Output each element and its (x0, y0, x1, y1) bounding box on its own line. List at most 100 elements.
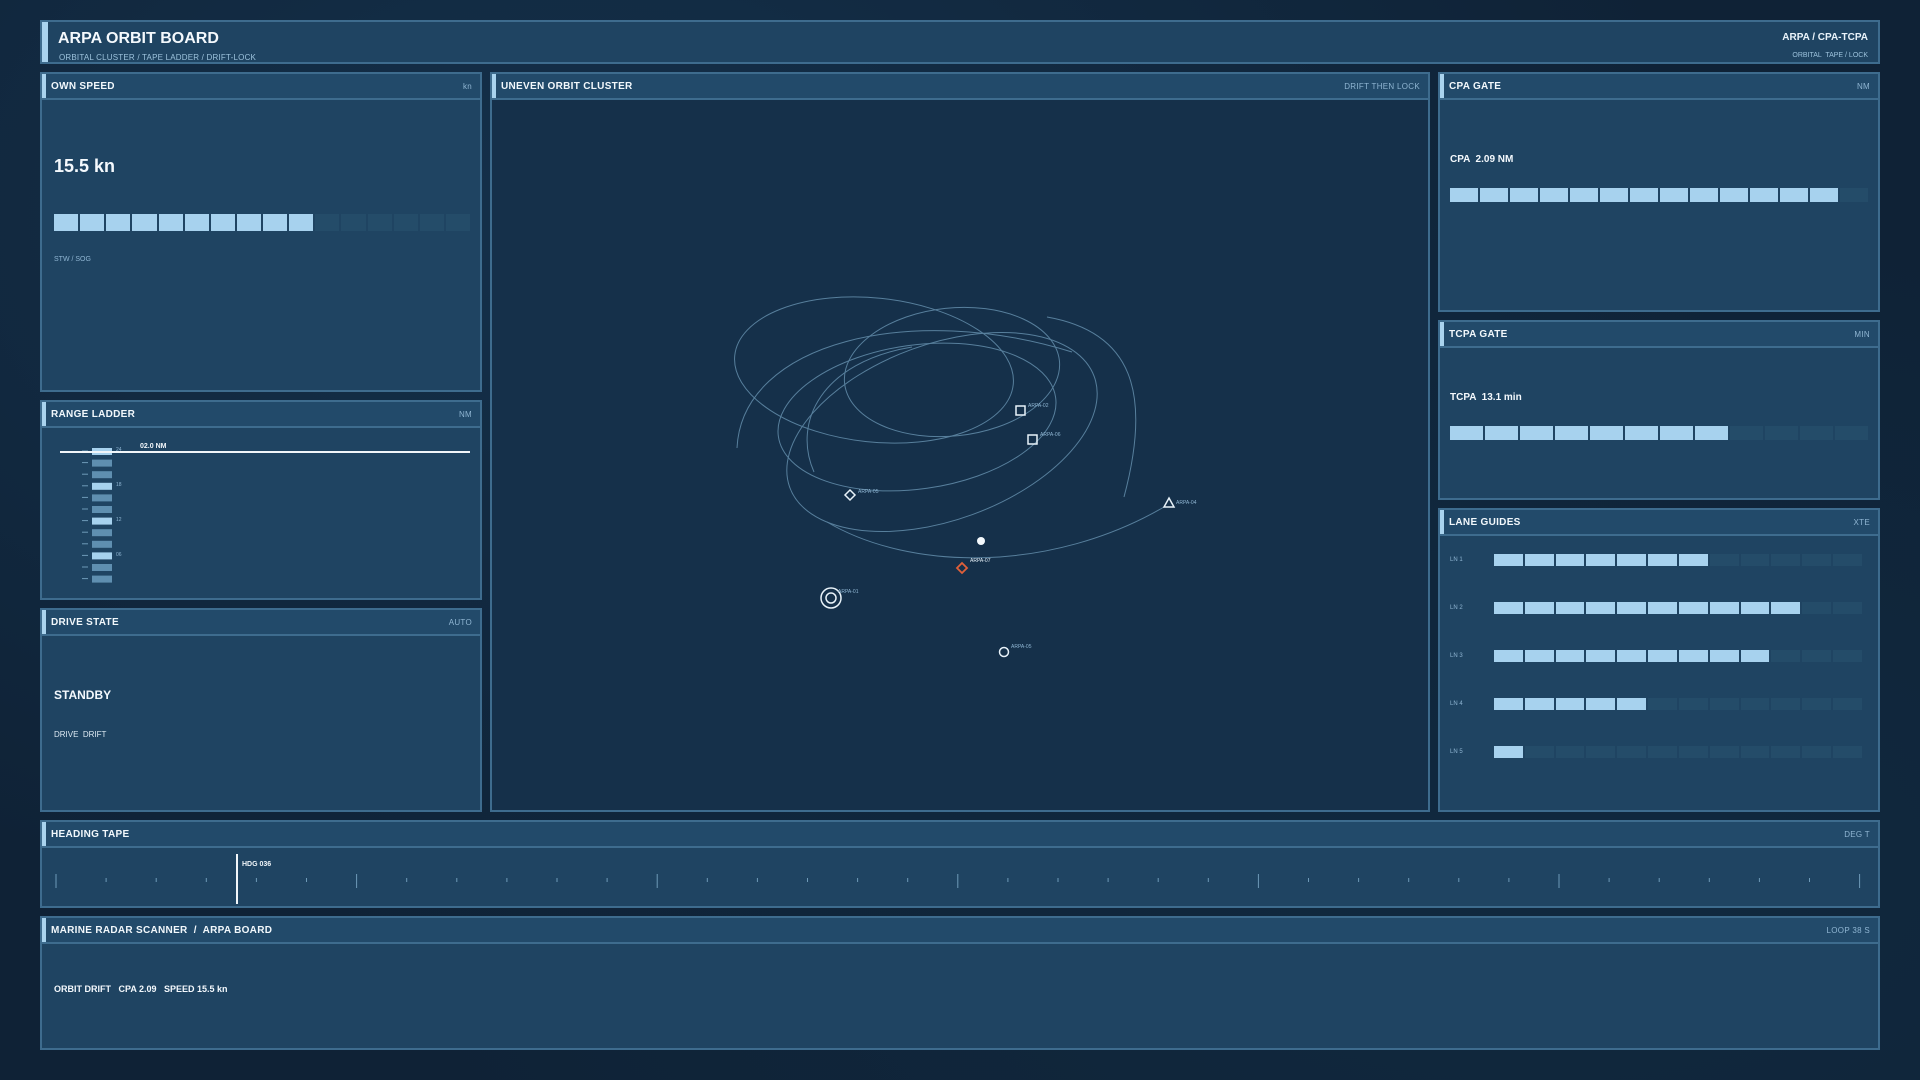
lane-label: LN 4 (1450, 701, 1463, 707)
bar-segment (1586, 698, 1616, 710)
heading-tape[interactable]: HDG 036 (42, 850, 1878, 908)
bar-segment (158, 214, 183, 231)
lane-row[interactable]: LN 3 (1440, 650, 1878, 664)
bar-segment (1695, 426, 1728, 440)
bar-segment (1833, 602, 1862, 614)
bar-segment (1690, 188, 1718, 202)
target-marker[interactable]: ARPA-05 (843, 488, 879, 502)
svg-text:ARPA-05: ARPA-05 (858, 489, 879, 495)
lane-row[interactable]: LN 5 (1440, 746, 1878, 760)
bar-segment (1524, 554, 1554, 566)
bar-segment (1586, 554, 1616, 566)
bar-segment (1555, 426, 1588, 440)
panel-unit: NM (458, 410, 472, 419)
breadcrumb-item[interactable]: DRIFT-LOCK (207, 53, 257, 62)
panel-unit: DEG T (1844, 830, 1870, 839)
heading-tape-panel: HEADING TAPE DEG T HDG 036 (40, 820, 1880, 908)
bar-segment (1678, 554, 1708, 566)
target-marker[interactable]: ARPA-04 (1162, 496, 1197, 508)
cpa-readout: CPA 2.09 NM (1450, 154, 1514, 165)
bar-segment (1750, 188, 1778, 202)
lane-label: LN 1 (1450, 557, 1463, 563)
target-marker[interactable]: ARPA-06 (1027, 432, 1061, 445)
own-speed-panel: OWN SPEED kn 15.5 kn STW / SOG (40, 72, 482, 392)
panel-header: LANE GUIDES XTE (1440, 510, 1878, 536)
bar-segment (1524, 602, 1554, 614)
lane-bar (1494, 554, 1862, 566)
breadcrumb-item[interactable]: TAPE LADDER (142, 53, 199, 62)
bar-segment (1709, 650, 1739, 662)
bar-segment (1586, 650, 1616, 662)
bar-segment (1678, 698, 1708, 710)
orbit-ellipse (734, 296, 1014, 444)
bar-segment (1617, 650, 1647, 662)
bar-segment (1494, 650, 1523, 662)
bar-segment (1678, 650, 1708, 662)
lane-row[interactable]: LN 4 (1440, 698, 1878, 712)
bar-segment (1600, 188, 1628, 202)
title-bar: ARPA ORBIT BOARD ORBITAL CLUSTER / TAPE … (40, 20, 1880, 64)
target-marker-selected[interactable]: ARPA-01 (820, 587, 859, 609)
orbit-arc (806, 346, 913, 473)
bar-segment (1524, 650, 1554, 662)
ladder-rung (92, 575, 112, 583)
panel-header: CPA GATE NM (1440, 74, 1878, 100)
bar-segment (1648, 554, 1677, 566)
ladder-rung (92, 517, 112, 525)
lane-bar (1494, 746, 1862, 758)
orbit-plot[interactable]: ARPA-02 ARPA-06 ARPA-05 ARPA-04 ARPA-07 … (492, 102, 1428, 810)
lane-row[interactable]: LN 2 (1440, 602, 1878, 616)
lane-label: LN 5 (1450, 749, 1463, 755)
panel-unit: XTE (1853, 518, 1870, 527)
bar-segment (1555, 650, 1585, 662)
bar-segment (1520, 426, 1553, 440)
panel-unit: kn (462, 82, 472, 91)
bar-segment (1450, 188, 1478, 202)
panel-unit: NM (1856, 82, 1870, 91)
lane-label: LN 3 (1450, 653, 1463, 659)
lane-bar (1494, 698, 1862, 710)
ladder-rung (92, 471, 112, 479)
bar-segment (1810, 188, 1838, 202)
lane-list: LN 1 LN 2 LN 3 LN 4 LN 5 (1440, 538, 1878, 810)
bar-segment (1802, 554, 1832, 566)
bar-segment (1740, 554, 1770, 566)
ladder-rung (92, 494, 112, 502)
bar-segment (1494, 746, 1523, 758)
title-accent (42, 22, 48, 62)
bar-segment (1833, 746, 1862, 758)
bar-segment (1740, 746, 1770, 758)
bar-segment (1771, 746, 1801, 758)
lane-row[interactable]: LN 1 (1440, 554, 1878, 568)
orbit-ellipse (786, 331, 1098, 533)
bar-segment (445, 214, 470, 231)
svg-text:ARPA-04: ARPA-04 (1176, 500, 1197, 506)
bar-segment (315, 214, 340, 231)
tcpa-readout: TCPA 13.1 min (1450, 392, 1522, 403)
panel-title: UNEVEN ORBIT CLUSTER (501, 81, 633, 92)
bar-segment (1555, 698, 1585, 710)
bar-segment (106, 214, 131, 231)
breadcrumb-item[interactable]: ORBITAL CLUSTER (59, 53, 135, 62)
target-marker[interactable]: ARPA-05 (998, 644, 1032, 658)
bar-segment (1835, 426, 1868, 440)
bar-segment (1660, 426, 1693, 440)
bar-segment (1494, 698, 1523, 710)
bar-segment (1740, 602, 1770, 614)
bar-segment (1586, 746, 1616, 758)
bar-segment (1450, 426, 1483, 440)
bar-segment (1709, 746, 1739, 758)
panel-title: HEADING TAPE (51, 829, 130, 840)
bar-segment (1617, 746, 1647, 758)
own-ship-dot[interactable] (977, 537, 985, 545)
drive-state-sub: DRIVE DRIFT (54, 730, 107, 739)
ladder-tick-label: 24 (116, 447, 122, 453)
bar-segment (1625, 426, 1658, 440)
bar-segment (1720, 188, 1748, 202)
target-marker-alert[interactable]: ARPA-07 (955, 558, 991, 575)
panel-header: HEADING TAPE DEG T (42, 822, 1878, 848)
svg-text:ARPA-06: ARPA-06 (1040, 432, 1061, 438)
bar-segment (1617, 554, 1647, 566)
panel-title: TCPA GATE (1449, 329, 1508, 340)
panel-unit[interactable]: AUTO (449, 618, 472, 627)
